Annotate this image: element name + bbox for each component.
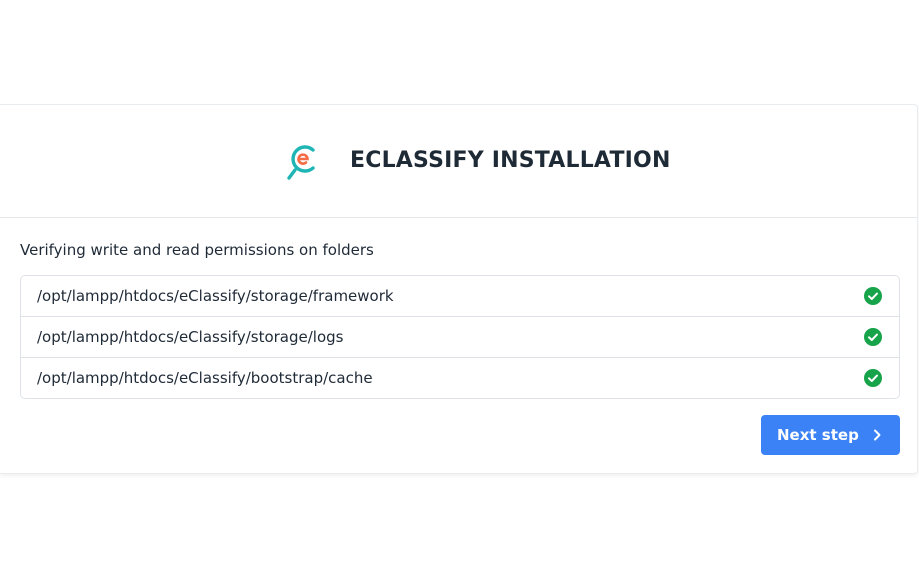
list-item: /opt/lampp/htdocs/eClassify/storage/fram…: [21, 276, 899, 317]
list-item: /opt/lampp/htdocs/eClassify/storage/logs: [21, 317, 899, 358]
folder-path: /opt/lampp/htdocs/eClassify/storage/logs: [37, 328, 344, 346]
check-circle-icon: [864, 287, 882, 305]
chevron-right-icon: [874, 429, 881, 441]
eclassify-logo-icon: [287, 145, 315, 180]
list-item: /opt/lampp/htdocs/eClassify/bootstrap/ca…: [21, 358, 899, 398]
folder-path: /opt/lampp/htdocs/eClassify/storage/fram…: [37, 287, 394, 305]
check-circle-icon: [864, 328, 882, 346]
folder-list: /opt/lampp/htdocs/eClassify/storage/fram…: [20, 275, 900, 399]
folder-path: /opt/lampp/htdocs/eClassify/bootstrap/ca…: [37, 369, 373, 387]
installation-card: ECLASSIFY INSTALLATION Verifying write a…: [0, 104, 918, 474]
next-step-button[interactable]: Next step: [761, 415, 900, 455]
next-step-label: Next step: [777, 426, 859, 444]
page-title: ECLASSIFY INSTALLATION: [350, 148, 671, 173]
card-header: ECLASSIFY INSTALLATION: [0, 105, 917, 218]
permissions-heading: Verifying write and read permissions on …: [20, 241, 374, 259]
check-circle-icon: [864, 369, 882, 387]
